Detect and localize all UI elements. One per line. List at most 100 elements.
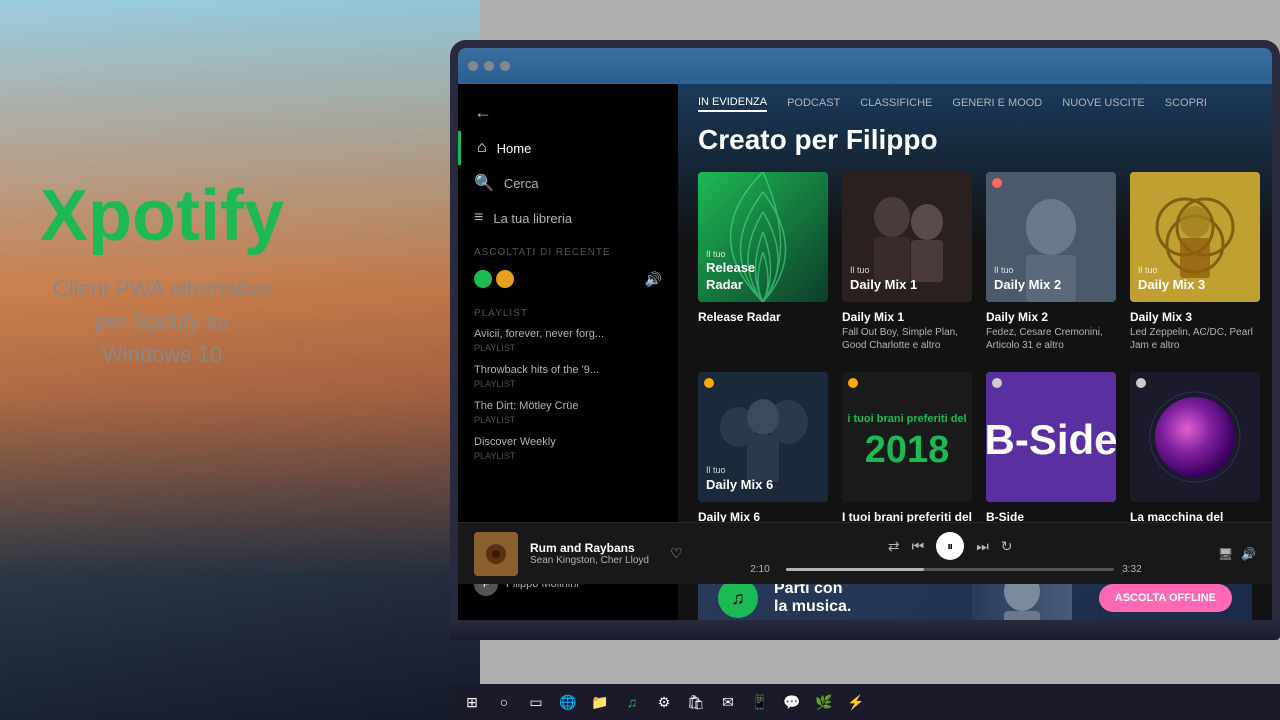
daily-mix-3-overlay: Il tuo Daily Mix 3 xyxy=(1138,265,1205,294)
taskbar-task-view[interactable]: ▭ xyxy=(522,688,550,716)
app-subtitle: Client PWA alternativoper Spotify suWind… xyxy=(40,272,284,371)
bside-dot xyxy=(992,378,1002,388)
taskbar-app1[interactable]: 🌿 xyxy=(810,688,838,716)
playlist-type-1: PLAYLIST xyxy=(474,342,662,355)
spotify-logo-icon: ♫ xyxy=(731,588,745,609)
sidebar-home-label: Home xyxy=(497,141,532,156)
nav-in-evidenza[interactable]: IN EVIDENZA xyxy=(698,96,767,112)
laptop-frame: ← ⌂ Home 🔍 Cerca ≡ La tua libreria ASCOL… xyxy=(450,40,1280,680)
laptop-screen: ← ⌂ Home 🔍 Cerca ≡ La tua libreria ASCOL… xyxy=(450,40,1280,620)
2018-image: i tuoi brani preferiti del 2018 ▶ xyxy=(842,372,972,502)
card-release-radar[interactable]: Il tuo ReleaseRadar ▶ Release Radar xyxy=(698,172,828,352)
home-icon: ⌂ xyxy=(477,139,487,157)
dm6-dot xyxy=(704,378,714,388)
device-icon[interactable]: 🖥 xyxy=(1218,547,1233,561)
branding-section: Xpotify Client PWA alternativoper Spotif… xyxy=(40,180,284,371)
release-radar-image: Il tuo ReleaseRadar ▶ xyxy=(698,172,828,302)
nav-podcast[interactable]: PODCAST xyxy=(787,97,840,111)
total-time: 3:32 xyxy=(1122,564,1150,575)
taskbar-phone[interactable]: 📱 xyxy=(746,688,774,716)
daily-mix-1-overlay: Il tuo Daily Mix 1 xyxy=(850,265,917,294)
daily-mix-2-image: Il tuo Daily Mix 2 ▶ xyxy=(986,172,1116,302)
card-daily-mix-2[interactable]: Il tuo Daily Mix 2 ▶ Daily Mix 2 Fedez, … xyxy=(986,172,1116,352)
svg-text:i tuoi brani preferiti del: i tuoi brani preferiti del xyxy=(847,413,966,425)
pause-button[interactable]: ⏸ xyxy=(936,532,964,560)
laptop-hinge xyxy=(450,620,1280,640)
svg-text:B-Side: B-Side xyxy=(986,416,1116,463)
taskbar-explorer[interactable]: 📁 xyxy=(586,688,614,716)
prev-button[interactable]: ⏮ xyxy=(912,538,925,555)
sidebar-library-label: La tua libreria xyxy=(493,211,572,226)
card-daily-mix-1[interactable]: Il tuo Daily Mix 1 ▶ Daily Mix 1 Fall Ou… xyxy=(842,172,972,352)
daily-mix-2-title: Daily Mix 2 xyxy=(986,310,1116,324)
player-album-art xyxy=(474,532,518,576)
avatar-dot-2 xyxy=(496,270,514,288)
recently-played-avatars: 🔊 xyxy=(458,262,678,296)
release-radar-title: Release Radar xyxy=(698,310,828,324)
repeat-button[interactable]: ↻ xyxy=(1001,538,1013,555)
heart-icon[interactable]: ♡ xyxy=(670,545,683,562)
playlist-type-4: PLAYLIST xyxy=(474,450,662,463)
top-navigation: IN EVIDENZA PODCAST CLASSIFICHE GENERI E… xyxy=(678,84,1272,124)
daily-mix-2-subtitle: Fedez, Cesare Cremonini, Articolo 31 e a… xyxy=(986,326,1116,352)
shuffle-button[interactable]: ⇄ xyxy=(888,538,900,555)
nav-nuove-uscite[interactable]: NUOVE USCITE xyxy=(1062,97,1145,111)
daily-mix-3-subtitle: Led Zeppelin, AC/DC, Pearl Jam e altro xyxy=(1130,326,1260,352)
promo-text: Parti conla musica. xyxy=(774,580,851,616)
daily-mix-1-subtitle: Fall Out Boy, Simple Plan, Good Charlott… xyxy=(842,326,972,352)
taskbar-mail[interactable]: ✉ xyxy=(714,688,742,716)
daily-mix-6-overlay: Il tuo Daily Mix 6 xyxy=(706,465,773,494)
playlist-item-1[interactable]: Avicii, forever, never forg... PLAYLIST xyxy=(458,323,678,359)
taskbar-spotify[interactable]: ♫ xyxy=(618,688,646,716)
taskbar-app2[interactable]: ⚡ xyxy=(842,688,870,716)
playlist-item-3[interactable]: The Dirt: Mötley Crüe PLAYLIST xyxy=(458,395,678,431)
back-button[interactable]: ← xyxy=(458,94,678,131)
taskbar-settings[interactable]: ⚙ xyxy=(650,688,678,716)
playlist-name-2: Throwback hits of the '9... xyxy=(474,363,662,378)
taskbar-edge[interactable]: 🌐 xyxy=(554,688,582,716)
volume-icon[interactable]: 🔊 xyxy=(1241,547,1256,561)
card-daily-mix-3[interactable]: Il tuo Daily Mix 3 ▶ Daily Mix 3 Led Zep… xyxy=(1130,172,1260,352)
daily-mix-1-image: Il tuo Daily Mix 1 ▶ xyxy=(842,172,972,302)
offline-button[interactable]: ASCOLTA OFFLINE xyxy=(1099,584,1232,612)
release-radar-overlay: Il tuo ReleaseRadar xyxy=(706,249,755,294)
macchina-image: ▶ xyxy=(1130,372,1260,502)
cards-row-1: Il tuo ReleaseRadar ▶ Release Radar xyxy=(678,172,1272,372)
nav-generi[interactable]: GENERI E MOOD xyxy=(952,97,1042,111)
sidebar-item-library[interactable]: ≡ La tua libreria xyxy=(458,201,678,235)
playlist-type-2: PLAYLIST xyxy=(474,378,662,391)
taskbar-search[interactable]: ○ xyxy=(490,688,518,716)
playlist-item-4[interactable]: Discover Weekly PLAYLIST xyxy=(458,431,678,467)
sidebar-search-label: Cerca xyxy=(504,176,539,191)
library-icon: ≡ xyxy=(474,209,483,227)
player-right-controls: 🖥 🔊 xyxy=(1218,547,1256,561)
promo-logo: ♫ xyxy=(718,578,758,618)
daily-mix-1-title: Daily Mix 1 xyxy=(842,310,972,324)
daily-mix-2-overlay: Il tuo Daily Mix 2 xyxy=(994,265,1061,294)
nav-scopri[interactable]: SCOPRI xyxy=(1165,97,1207,111)
daily-mix-6-image: Il tuo Daily Mix 6 ▶ xyxy=(698,372,828,502)
sound-icon: 🔊 xyxy=(645,271,662,288)
recently-played-section: ASCOLTATI DI RECENTE xyxy=(458,235,678,262)
sidebar-item-search[interactable]: 🔍 Cerca xyxy=(458,165,678,201)
player-track-info: Rum and Raybans Sean Kingston, Cher Lloy… xyxy=(530,541,650,566)
taskbar-chat[interactable]: 💬 xyxy=(778,688,806,716)
macchina-dot xyxy=(1136,378,1146,388)
taskbar-start[interactable]: ⊞ xyxy=(458,688,486,716)
progress-bar[interactable] xyxy=(786,568,1114,571)
taskbar: ⊞ ○ ▭ 🌐 📁 ♫ ⚙ 🛍 ✉ 📱 💬 🌿 ⚡ xyxy=(450,684,1280,720)
search-icon: 🔍 xyxy=(474,173,494,193)
svg-text:2018: 2018 xyxy=(865,429,950,471)
player-track-artist: Sean Kingston, Cher Lloyd xyxy=(530,555,650,566)
daily-mix-3-title: Daily Mix 3 xyxy=(1130,310,1260,324)
sidebar-item-home[interactable]: ⌂ Home xyxy=(458,131,678,165)
nav-classifiche[interactable]: CLASSIFICHE xyxy=(860,97,932,111)
browser-dot-1 xyxy=(468,61,478,71)
b-side-image: B-Side ▶ xyxy=(986,372,1116,502)
avatar-dot-1 xyxy=(474,270,492,288)
app-title: Xpotify xyxy=(40,180,284,252)
playlist-item-2[interactable]: Throwback hits of the '9... PLAYLIST xyxy=(458,359,678,395)
taskbar-store[interactable]: 🛍 xyxy=(682,688,710,716)
next-button[interactable]: ⏭ xyxy=(976,538,989,555)
progress-fill xyxy=(786,568,924,571)
